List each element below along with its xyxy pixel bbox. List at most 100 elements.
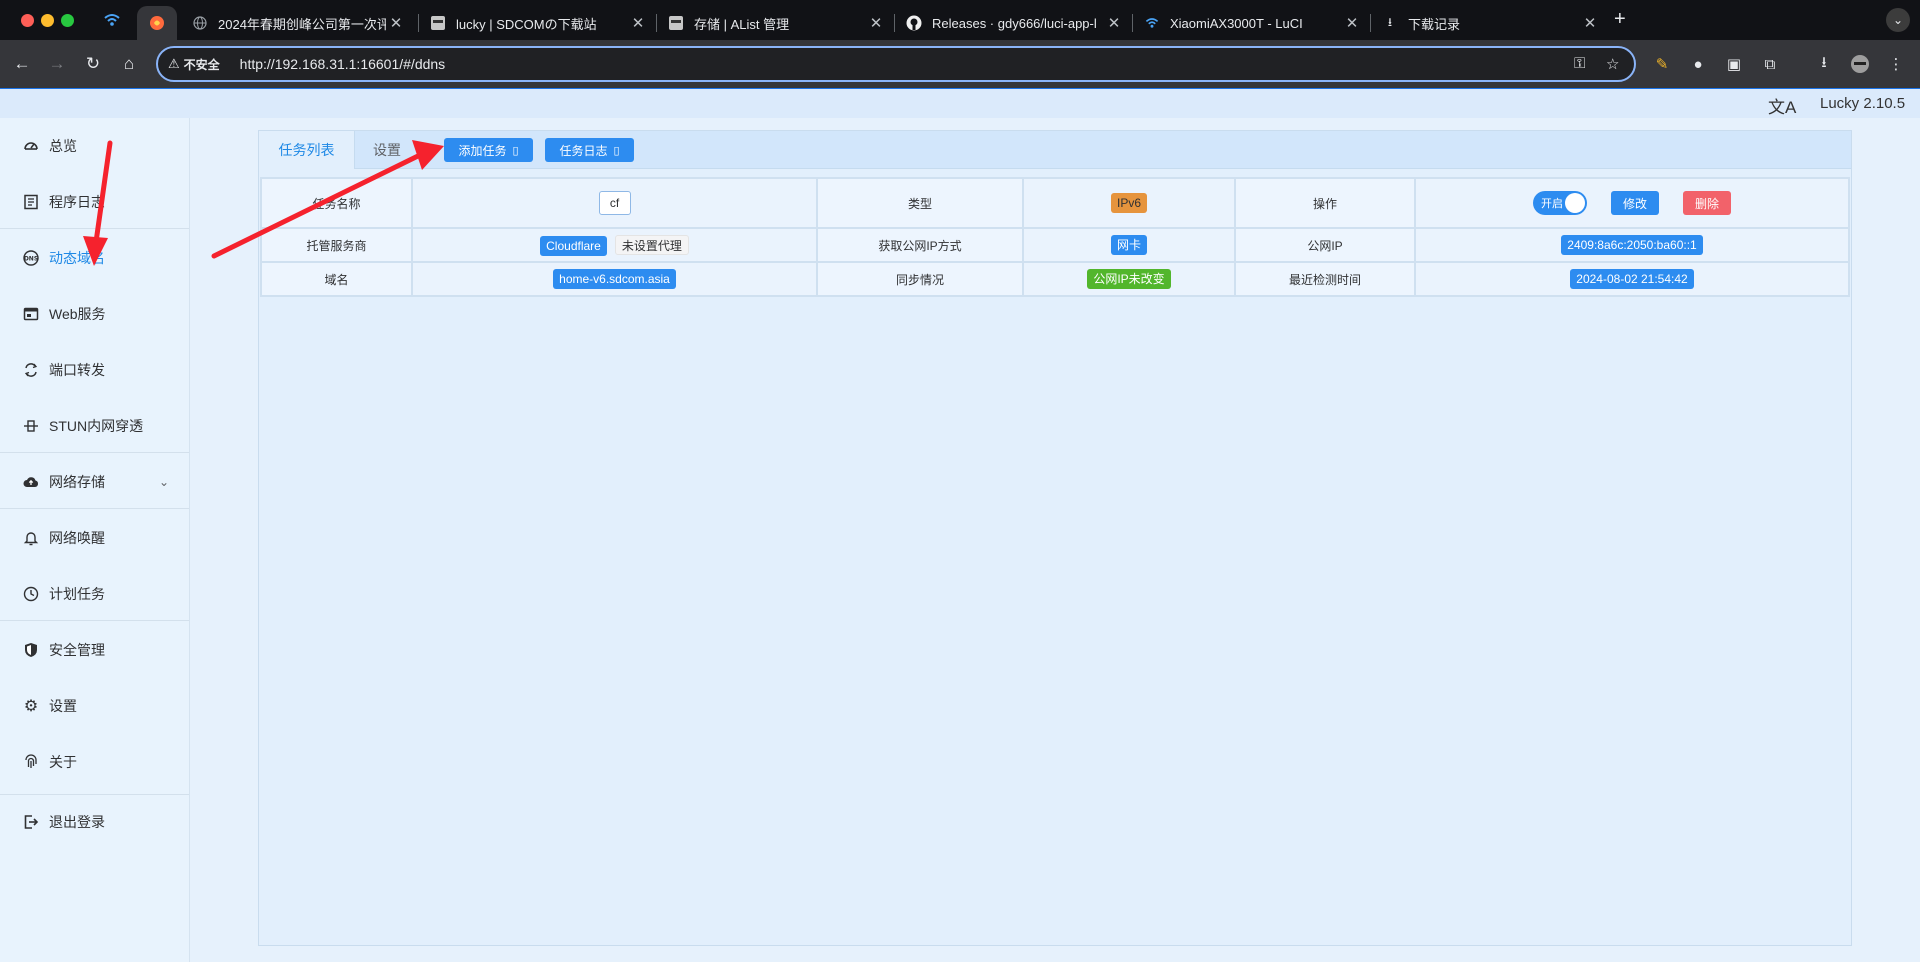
tab-task-list[interactable]: 任务列表 [259, 131, 355, 169]
last-check-label: 最近检测时间 [1234, 261, 1416, 297]
last-check-cell: 2024-08-02 21:54:42 [1414, 261, 1850, 297]
sidebar-item-web-service[interactable]: Web服务 [0, 296, 189, 332]
browser-tab-bar: 2024年春期创峰公司第一次评估 ✕ lucky | SDCOMの下载站 ✕ 存… [0, 0, 1920, 40]
security-indicator[interactable]: ⚠ 不安全 [168, 56, 220, 73]
operations-label: 操作 [1234, 177, 1416, 229]
wifi-icon[interactable] [102, 10, 122, 30]
edit-button[interactable]: 修改 [1610, 191, 1659, 215]
sidebar-item-label: 关于 [49, 754, 77, 770]
browser-menu-icon[interactable]: ⋮ [1884, 52, 1908, 76]
back-button[interactable]: ← [10, 52, 34, 76]
sidebar-item-port-forward[interactable]: 端口转发 [0, 352, 189, 388]
task-name-cell: cf [411, 177, 818, 229]
close-tab-icon[interactable]: ✕ [386, 14, 406, 32]
sidebar-item-logout[interactable]: 退出登录 [0, 804, 189, 840]
sidebar-item-wake-on-lan[interactable]: 网络唤醒 [0, 520, 189, 556]
page-header: 文A Lucky 2.10.5 [0, 88, 1920, 118]
shield-icon [22, 641, 40, 659]
close-tab-icon[interactable]: ✕ [628, 14, 648, 32]
app-version: Lucky 2.10.5 [1820, 95, 1906, 112]
sidebar-item-label: 网络存储 [49, 474, 105, 490]
add-task-button[interactable]: 添加任务 ▯ [444, 138, 533, 162]
logout-icon [22, 813, 40, 831]
sidebar-item-label: 安全管理 [49, 642, 105, 658]
sidebar-item-ddns[interactable]: DNS 动态域名 [0, 240, 189, 276]
tab-lucky-active[interactable] [137, 6, 177, 40]
browser-toolbar: ← → ↻ ⌂ ⚠ 不安全 http://192.168.31.1:16601/… [0, 40, 1920, 88]
provider-label: 托管服务商 [260, 227, 413, 263]
content-tabs: 任务列表 设置 添加任务 ▯ 任务日志 ▯ [259, 131, 1851, 169]
home-button[interactable]: ⌂ [117, 52, 141, 76]
sidebar-item-label: 端口转发 [49, 362, 105, 378]
operations-cell: 开启 修改 删除 [1414, 177, 1850, 229]
tab-title: XiaomiAX3000T - LuCI [1170, 15, 1303, 31]
profile-avatar[interactable] [1848, 52, 1872, 76]
extension-icon[interactable]: ● [1686, 52, 1710, 76]
close-tab-icon[interactable]: ✕ [1104, 14, 1124, 32]
enable-toggle[interactable]: 开启 [1532, 191, 1587, 215]
sidebar-item-settings[interactable]: ⚙ 设置 [0, 688, 189, 724]
type-label: 类型 [816, 177, 1024, 229]
sidebar-item-scheduled-tasks[interactable]: 计划任务 [0, 576, 189, 612]
tab-title: Releases · gdy666/luci-app-l [932, 15, 1097, 31]
tab-item[interactable]: Releases · gdy666/luci-app-l ✕ [894, 6, 1130, 40]
puzzle-icon[interactable]: ⧉ [1758, 52, 1782, 76]
sidebar-item-about[interactable]: 关于 [0, 744, 189, 780]
tab-item[interactable]: 存储 | AList 管理 ✕ [656, 6, 892, 40]
minimize-window-button[interactable] [41, 14, 54, 27]
url-text[interactable]: http://192.168.31.1:16601/#/ddns [240, 56, 446, 72]
tab-item[interactable]: ⭳ 下载记录 ✕ [1370, 6, 1606, 40]
task-log-button[interactable]: 任务日志 ▯ [545, 138, 634, 162]
task-name-label: 任务名称 [260, 177, 413, 229]
stun-icon [22, 417, 40, 435]
warning-icon: ⚠ [168, 56, 180, 71]
sidebar-item-network-storage[interactable]: 网络存储 ⌄ [0, 464, 189, 500]
ip-method-label: 获取公网IP方式 [816, 227, 1024, 263]
sync-status-badge: 公网IP未改变 [1087, 269, 1171, 289]
cloud-upload-icon [22, 473, 40, 491]
sidebar-item-overview[interactable]: 总览 [0, 128, 189, 164]
close-tab-icon[interactable]: ✕ [866, 14, 886, 32]
table-row: 域名 home-v6.sdcom.asia 同步情况 公网IP未改变 最近检测时… [260, 261, 1850, 297]
provider-cell: Cloudflare 未设置代理 [411, 227, 818, 263]
sidebar-divider [0, 620, 189, 621]
task-name-value: cf [598, 191, 631, 215]
tab-search-button[interactable]: ⌄ [1886, 8, 1910, 32]
sidebar-divider [0, 228, 189, 229]
delete-button[interactable]: 删除 [1683, 191, 1732, 215]
close-tab-icon[interactable]: ✕ [1342, 14, 1362, 32]
lucky-page: 文A Lucky 2.10.5 总览 程序日志 DNS 动态域名 Web服务 端… [0, 88, 1920, 962]
download-icon: ⭳ [1387, 14, 1393, 29]
sidebar-item-security[interactable]: 安全管理 [0, 632, 189, 668]
tab-settings[interactable]: 设置 [355, 131, 419, 169]
tab-item[interactable]: 2024年春期创峰公司第一次评估 ✕ [180, 6, 412, 40]
dns-icon: DNS [22, 249, 40, 267]
tab-item[interactable]: XiaomiAX3000T - LuCI ✕ [1132, 6, 1368, 40]
tab-title: 下载记录 [1408, 16, 1461, 32]
password-key-icon[interactable]: ⚿ [1574, 55, 1585, 72]
last-check-badge: 2024-08-02 21:54:42 [1570, 269, 1694, 289]
download-icon[interactable]: ⭳ [1812, 52, 1836, 76]
security-label: 不安全 [183, 57, 220, 72]
task-log-label: 任务日志 [559, 143, 608, 158]
extension-icon[interactable]: ✎ [1650, 52, 1674, 76]
close-window-button[interactable] [21, 14, 34, 27]
sidebar-item-logs[interactable]: 程序日志 [0, 184, 189, 220]
ip-method-badge: 网卡 [1110, 235, 1147, 255]
reload-button[interactable]: ↻ [81, 52, 105, 76]
bookmark-star-icon[interactable]: ☆ [1606, 55, 1619, 73]
table-row: 托管服务商 Cloudflare 未设置代理 获取公网IP方式 网卡 公网IP 2… [260, 227, 1850, 263]
close-tab-icon[interactable]: ✕ [1580, 14, 1600, 32]
forward-button[interactable]: → [45, 52, 69, 76]
sidebar-item-label: STUN内网穿透 [49, 418, 144, 434]
sidebar-item-stun[interactable]: STUN内网穿透 [0, 408, 189, 444]
chevron-down-icon[interactable]: ⌄ [159, 475, 169, 489]
maximize-window-button[interactable] [61, 14, 74, 27]
site-icon [430, 15, 446, 31]
translate-icon[interactable]: 文A [1768, 93, 1796, 118]
new-tab-button[interactable]: + [1614, 8, 1626, 31]
address-bar[interactable]: ⚠ 不安全 http://192.168.31.1:16601/#/ddns ⚿… [156, 46, 1636, 82]
sidebar-divider [0, 508, 189, 509]
tab-item[interactable]: lucky | SDCOMの下载站 ✕ [418, 6, 654, 40]
extension-icon[interactable]: ▣ [1722, 52, 1746, 76]
